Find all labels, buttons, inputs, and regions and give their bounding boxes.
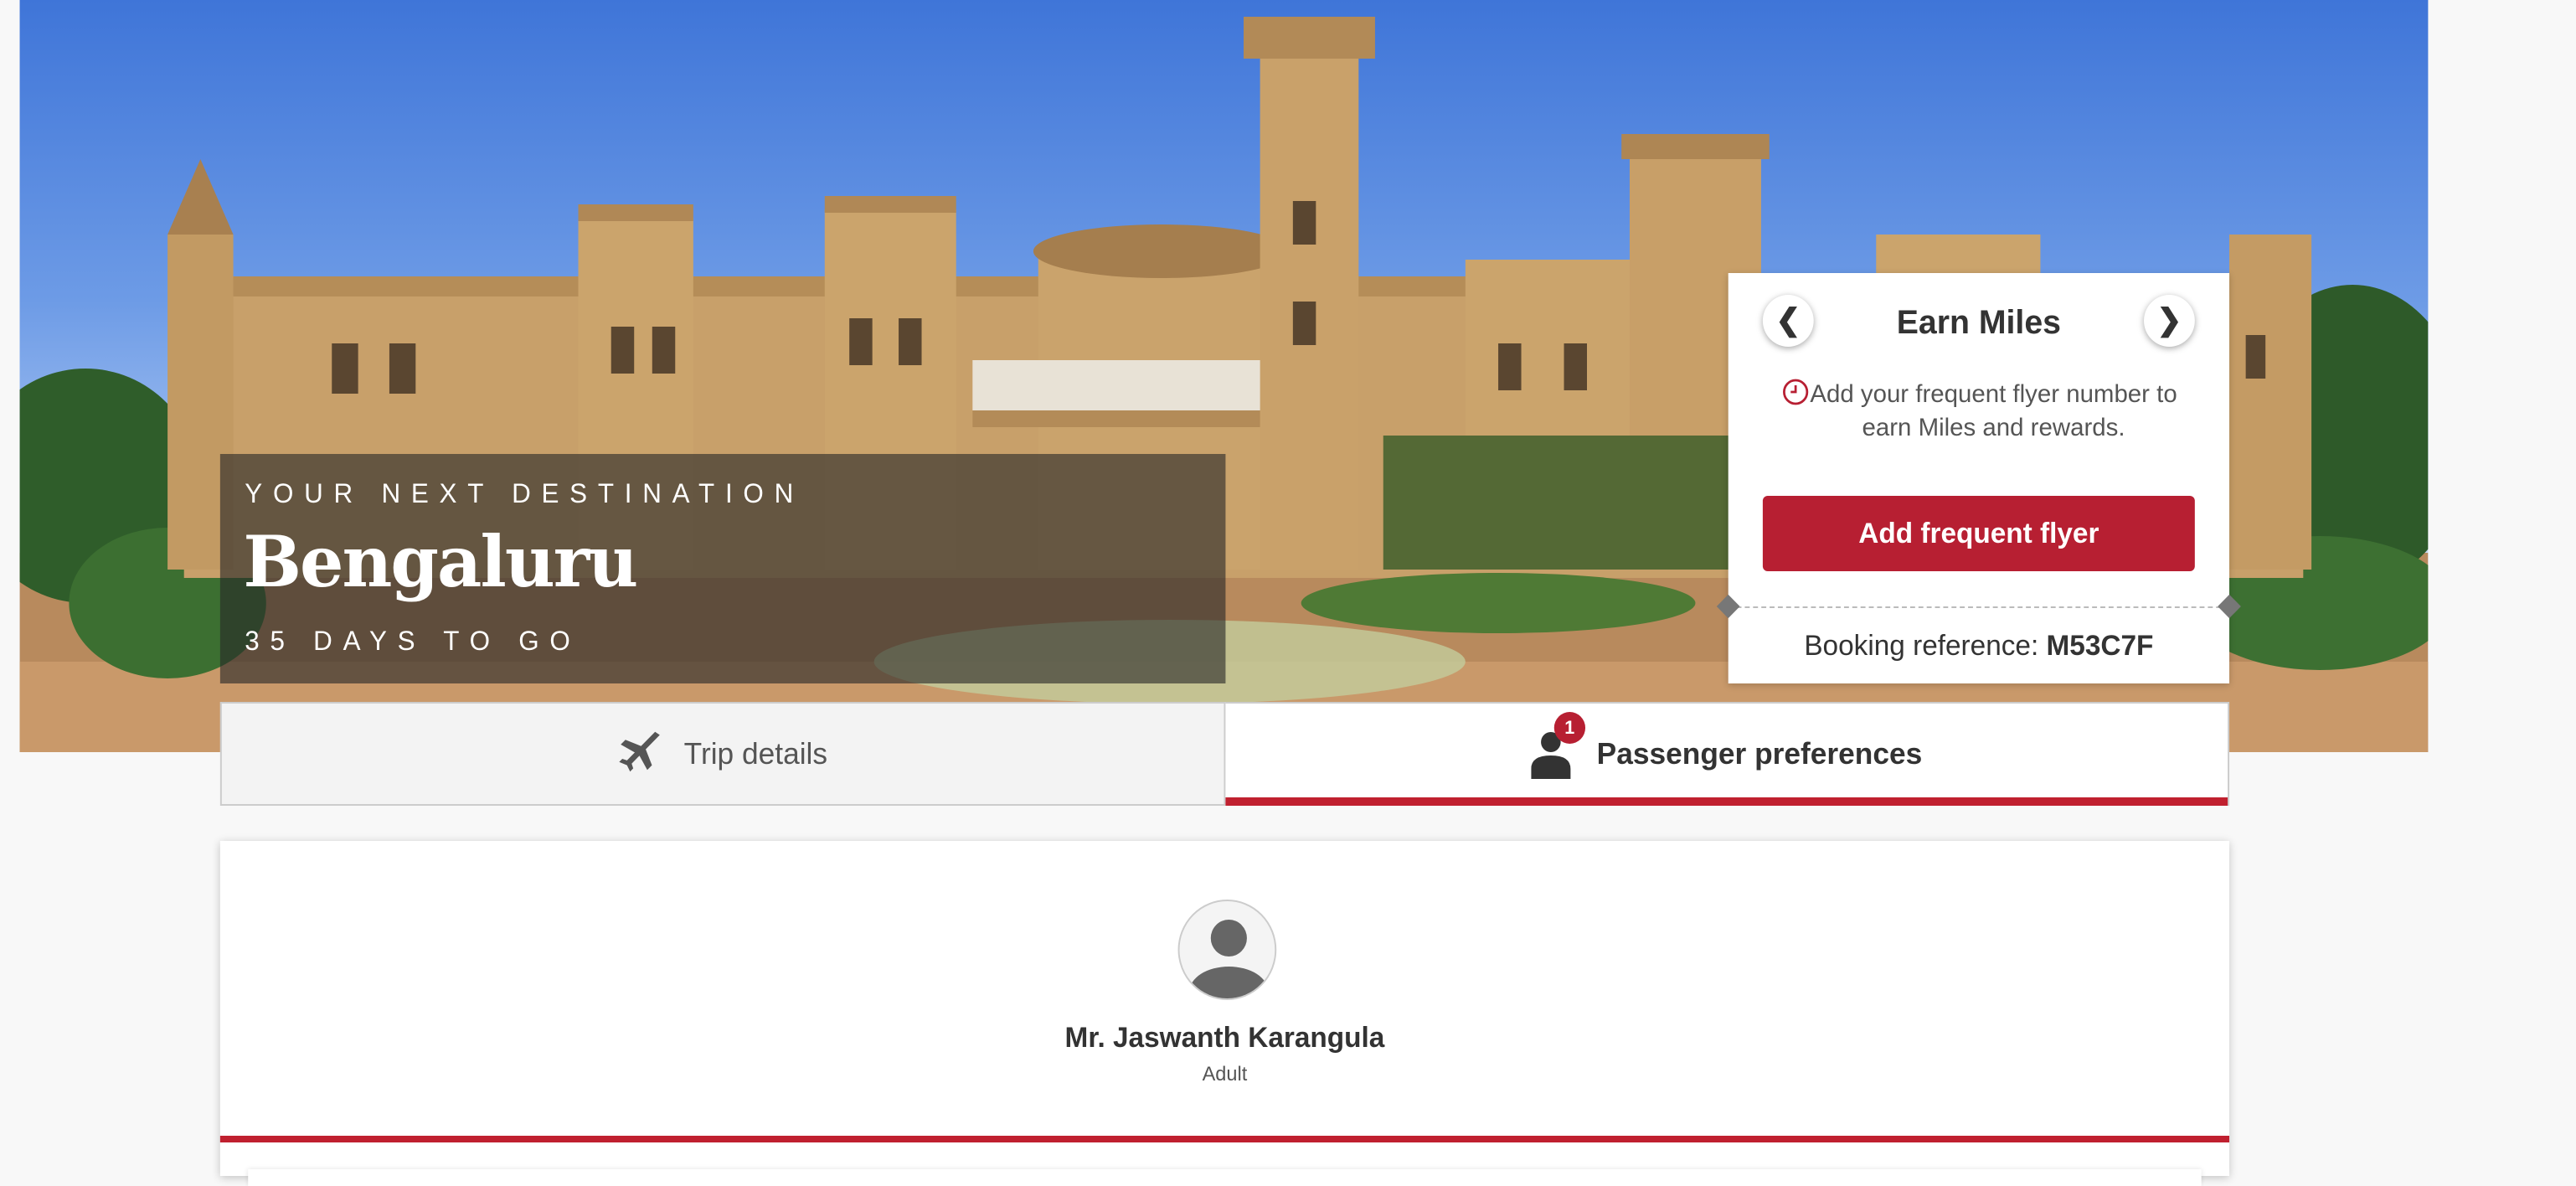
avatar bbox=[1177, 900, 1277, 1000]
card-divider bbox=[1728, 606, 2230, 608]
destination-city: Bengaluru bbox=[243, 521, 638, 603]
passenger-name: Mr. Jaswanth Karangula bbox=[1064, 1022, 1385, 1054]
days-to-go: 35 DAYS TO GO bbox=[245, 628, 581, 657]
add-frequent-flyer-button[interactable]: Add frequent flyer bbox=[1762, 496, 2195, 571]
trip-tabs: Trip details 1 Passenger preferences bbox=[219, 702, 2230, 806]
card-accent-line bbox=[219, 1136, 2230, 1142]
destination-eyebrow: YOUR NEXT DESTINATION bbox=[245, 481, 805, 509]
earn-miles-description: Add your frequent flyer number to earn M… bbox=[1810, 380, 2177, 442]
person-icon: 1 bbox=[1531, 712, 1585, 779]
passenger-card: Mr. Jaswanth Karangula Adult bbox=[219, 841, 2230, 1186]
user-avatar-icon bbox=[1189, 920, 1269, 998]
booking-reference: Booking reference: M53C7F bbox=[1728, 630, 2229, 663]
preferences-panel bbox=[248, 1169, 2202, 1186]
tab-trip-details-label: Trip details bbox=[683, 736, 828, 770]
tab-passenger-preferences-label: Passenger preferences bbox=[1596, 736, 1923, 770]
passenger-type: Adult bbox=[1202, 1062, 1248, 1085]
destination-panel: YOUR NEXT DESTINATION Bengaluru 35 DAYS … bbox=[219, 454, 1226, 683]
tab-trip-details[interactable]: Trip details bbox=[219, 702, 1226, 806]
booking-reference-label: Booking reference: bbox=[1804, 630, 2047, 662]
earn-miles-card: ❮ Earn Miles ❯ Add your frequent flyer n… bbox=[1716, 273, 2241, 683]
booking-reference-value: M53C7F bbox=[2046, 630, 2154, 662]
tab-passenger-preferences[interactable]: 1 Passenger preferences bbox=[1225, 702, 2230, 806]
airplane-icon bbox=[618, 730, 664, 777]
chevron-right-icon[interactable]: ❯ bbox=[2144, 295, 2195, 347]
notification-badge: 1 bbox=[1553, 712, 1585, 744]
